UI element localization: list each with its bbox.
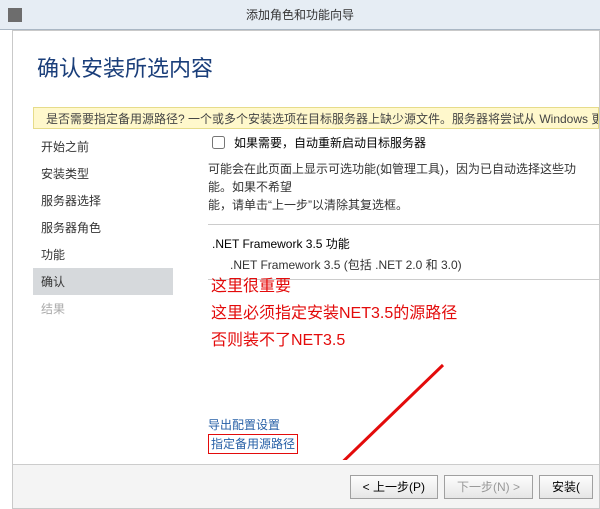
description-line2: 能，请单击“上一步”以清除其复选框。 xyxy=(208,196,599,214)
title-bar: 添加角色和功能向导 xyxy=(0,0,600,30)
page-title: 确认安装所选内容 xyxy=(37,51,213,83)
content-area: 开始之前 安装类型 服务器选择 服务器角色 功能 确认 结果 如果需要，自动重新… xyxy=(33,133,599,460)
auto-restart-checkbox[interactable] xyxy=(212,136,225,149)
nav-features[interactable]: 功能 xyxy=(33,241,173,268)
bottom-links: 导出配置设置 指定备用源路径 xyxy=(208,416,298,454)
annotation-line3: 否则装不了NET3.5 xyxy=(211,327,457,354)
export-config-link[interactable]: 导出配置设置 xyxy=(208,416,298,434)
feature-group-title: .NET Framework 3.5 功能 xyxy=(212,235,599,252)
annotation-line2: 这里必须指定安装NET3.5的源路径 xyxy=(211,300,457,327)
description-line1: 可能会在此页面上显示可选功能(如管理工具)，因为已自动选择这些功能。如果不希望 xyxy=(208,160,599,196)
main-panel: 如果需要，自动重新启动目标服务器 可能会在此页面上显示可选功能(如管理工具)，因… xyxy=(183,133,599,460)
warning-banner: 是否需要指定备用源路径? 一个或多个安装选项在目标服务器上缺少源文件。服务器将尝… xyxy=(33,107,599,129)
wizard-body: 确认安装所选内容 是否需要指定备用源路径? 一个或多个安装选项在目标服务器上缺少… xyxy=(12,30,600,509)
nav-confirm[interactable]: 确认 xyxy=(33,268,173,295)
annotation-line1: 这里很重要 xyxy=(211,273,457,300)
nav-before-begin[interactable]: 开始之前 xyxy=(33,133,173,160)
next-button: 下一步(N) > xyxy=(444,475,533,499)
prev-button[interactable]: < 上一步(P) xyxy=(350,475,438,499)
window-title: 添加角色和功能向导 xyxy=(246,6,354,23)
nav-results: 结果 xyxy=(33,295,173,322)
system-icon xyxy=(8,8,22,22)
nav-install-type[interactable]: 安装类型 xyxy=(33,160,173,187)
nav-server-roles[interactable]: 服务器角色 xyxy=(33,214,173,241)
alt-source-highlight: 指定备用源路径 xyxy=(208,434,298,454)
install-button[interactable]: 安装( xyxy=(539,475,593,499)
annotation-overlay: 这里很重要 这里必须指定安装NET3.5的源路径 否则装不了NET3.5 xyxy=(211,273,457,355)
wizard-nav: 开始之前 安装类型 服务器选择 服务器角色 功能 确认 结果 xyxy=(33,133,183,460)
nav-server-select[interactable]: 服务器选择 xyxy=(33,187,173,214)
feature-list: .NET Framework 3.5 功能 .NET Framework 3.5… xyxy=(208,224,599,280)
warning-text: 是否需要指定备用源路径? 一个或多个安装选项在目标服务器上缺少源文件。服务器将尝… xyxy=(46,110,599,127)
alt-source-path-link[interactable]: 指定备用源路径 xyxy=(211,437,295,451)
button-bar: < 上一步(P) 下一步(N) > 安装( xyxy=(13,464,599,508)
auto-restart-label: 如果需要，自动重新启动目标服务器 xyxy=(234,134,426,151)
feature-item: .NET Framework 3.5 (包括 .NET 2.0 和 3.0) xyxy=(230,256,599,273)
auto-restart-row: 如果需要，自动重新启动目标服务器 xyxy=(208,133,599,152)
